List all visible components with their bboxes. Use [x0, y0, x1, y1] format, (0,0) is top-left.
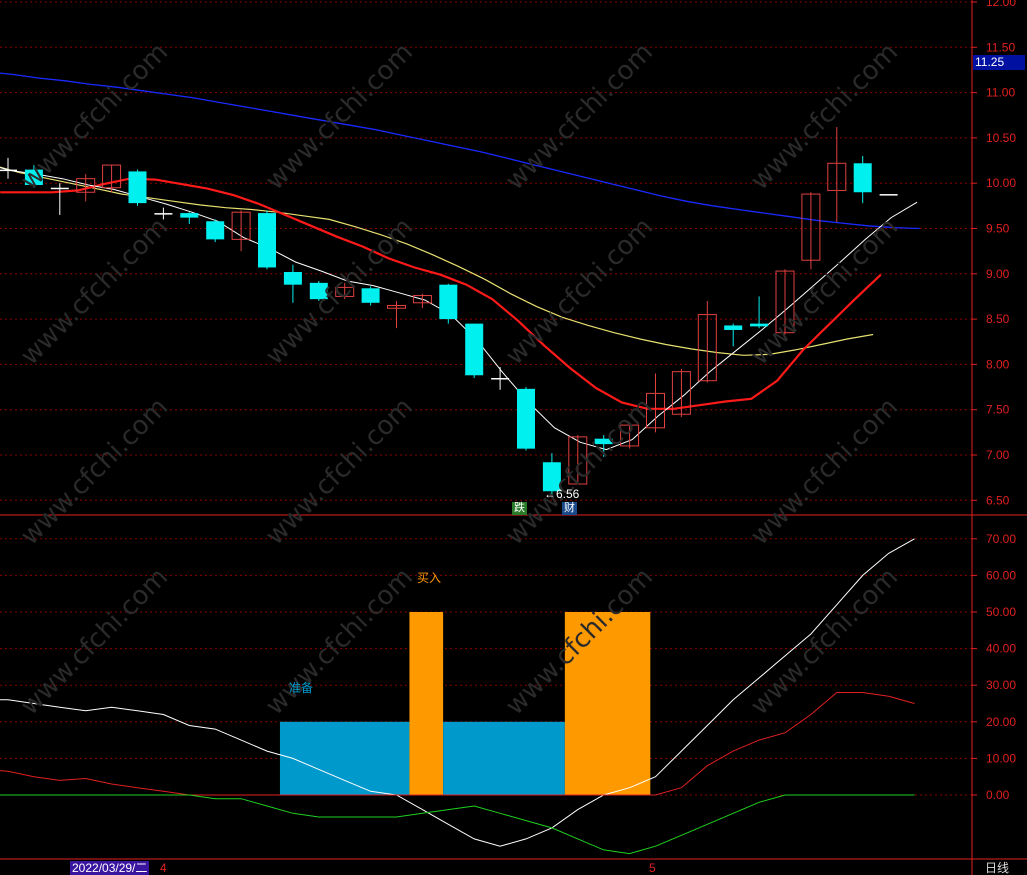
candle-down	[258, 210, 276, 270]
candle-body	[517, 388, 535, 449]
low-price-value: 6.56	[556, 487, 580, 501]
event-badge-cai[interactable]: 财	[562, 502, 577, 515]
candle-body	[50, 187, 69, 190]
candle-body	[154, 213, 173, 215]
candle-body	[491, 377, 510, 380]
candle-down	[154, 207, 173, 220]
candle-body	[180, 213, 199, 218]
indicator-lines	[0, 538, 915, 855]
candle-down	[750, 296, 769, 329]
candle-down	[465, 323, 484, 378]
candlesticks	[0, 127, 898, 495]
candle-body	[853, 163, 872, 193]
price-tick-label: 10.50	[986, 131, 1016, 145]
indicator-tick-label: 70.00	[986, 532, 1016, 546]
indicator-tick-label: 60.00	[986, 568, 1016, 582]
candle-up	[775, 269, 795, 335]
cursor-date-badge: 2022/03/29/二	[70, 861, 150, 875]
candle-body	[309, 282, 328, 300]
buy-signal-bar	[564, 612, 651, 795]
candle-down	[283, 264, 302, 303]
ma5-series	[0, 167, 918, 451]
price-axis[interactable]: 12.00 11.50 11.00 10.50 10.00 9.50 9.00 8.50 8.0…	[972, 0, 1016, 802]
candle-down	[361, 286, 380, 306]
candle-down	[853, 156, 872, 204]
candle-body	[24, 169, 43, 186]
candle-down	[517, 387, 535, 451]
candle-body	[439, 284, 458, 320]
candle-up	[231, 210, 251, 252]
candle-body	[879, 194, 898, 196]
price-tick-label: 7.00	[986, 448, 1010, 462]
price-tick-label: 9.50	[986, 222, 1010, 236]
candle-body	[0, 169, 17, 172]
candle-down	[50, 183, 69, 215]
last-price-badge: 11.25	[973, 55, 1025, 70]
prepare-signal-bar	[443, 721, 565, 795]
candle-down	[128, 169, 147, 206]
price-tick-label: 7.50	[986, 403, 1010, 417]
indicator-tick-label: 30.00	[986, 678, 1016, 692]
candle-body	[361, 288, 380, 303]
oscillator-green-line	[0, 794, 915, 855]
candle-down	[879, 194, 898, 196]
candle-down	[24, 165, 43, 188]
candle-down	[724, 323, 743, 347]
indicator-tick-label: 50.00	[986, 605, 1016, 619]
price-tick-label: 9.00	[986, 267, 1010, 281]
candle-up	[102, 164, 122, 193]
candle-body	[750, 323, 769, 327]
price-tick-label: 12.00	[986, 0, 1016, 9]
candle-body	[465, 323, 484, 376]
candle-body	[206, 221, 225, 240]
price-tick-label: 8.00	[986, 357, 1010, 371]
indicator-bars	[279, 612, 651, 795]
candle-up	[335, 282, 355, 300]
oscillator-white-line	[0, 538, 915, 847]
period-selector[interactable]: 日线	[985, 861, 1009, 875]
candle-body	[283, 271, 302, 285]
event-badge-die[interactable]: 跌	[512, 502, 527, 515]
indicator-tick-label: 20.00	[986, 715, 1016, 729]
candle-up	[827, 127, 847, 223]
month-label-may: 5	[649, 861, 656, 875]
buy-signal-label: 买入	[417, 571, 442, 585]
price-tick-label: 6.50	[986, 493, 1010, 507]
chart-stage: 12.00 11.50 11.00 10.50 10.00 9.50 9.00 8.50 8.0…	[0, 0, 1027, 875]
candle-up	[387, 300, 406, 329]
price-tick-label: 10.00	[986, 176, 1016, 190]
month-label-apr: 4	[160, 861, 167, 875]
candle-down	[180, 212, 199, 224]
candle-up	[412, 293, 432, 309]
candle-up	[568, 435, 588, 485]
candle-down	[309, 281, 328, 301]
price-tick-label: 11.00	[986, 86, 1015, 100]
candle-down	[491, 367, 510, 390]
ma5-line	[0, 167, 918, 451]
low-price-label: ←6.56	[544, 487, 580, 501]
indicator-tick-label: 10.00	[986, 751, 1016, 765]
candle-body	[258, 213, 276, 268]
candle-up	[801, 192, 821, 270]
prepare-signal-bar	[279, 721, 410, 795]
price-tick-label: 8.50	[986, 312, 1010, 326]
indicator-tick-label: 40.00	[986, 642, 1016, 656]
candle-down	[206, 219, 225, 243]
candle-down	[594, 435, 613, 457]
buy-signal-bar	[409, 612, 444, 795]
grid-lines	[0, 1, 972, 796]
indicator-tick-label: 0.00	[986, 788, 1010, 802]
candle-down	[439, 283, 458, 324]
prepare-signal-label: 准备	[289, 681, 314, 695]
candle-up	[697, 300, 717, 383]
candle-body	[594, 438, 613, 445]
candle-body	[128, 171, 147, 204]
price-tick-label: 11.50	[986, 40, 1015, 54]
candle-body	[724, 325, 743, 330]
